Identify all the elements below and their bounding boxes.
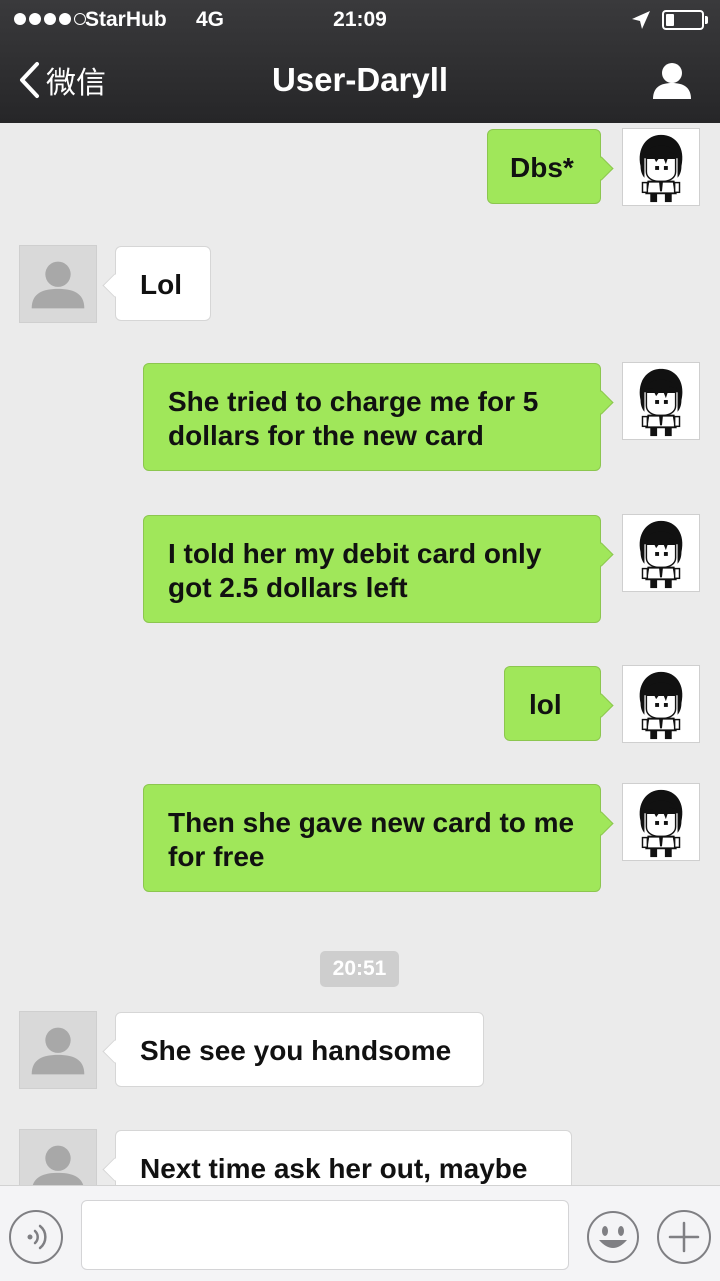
voice-icon bbox=[27, 1224, 47, 1250]
battery-icon bbox=[662, 10, 704, 30]
message-text: Lol bbox=[140, 269, 182, 300]
message-list[interactable]: Dbs* Lol She tried to charge me for 5 do… bbox=[0, 123, 720, 1185]
contact-avatar[interactable] bbox=[19, 1011, 97, 1089]
message-text: She see you handsome bbox=[140, 1035, 452, 1066]
message-bubble-incoming[interactable]: She see you handsome bbox=[115, 1012, 484, 1087]
message-bubble-outgoing[interactable]: I told her my debit card only got 2.5 do… bbox=[143, 515, 601, 623]
time-divider: 20:51 bbox=[320, 951, 399, 987]
message-bubble-incoming[interactable]: Lol bbox=[115, 246, 211, 321]
status-time: 21:09 bbox=[333, 8, 387, 31]
message-text: Dbs* bbox=[510, 152, 574, 183]
location-arrow-icon bbox=[632, 11, 650, 29]
message-text: lol bbox=[529, 689, 562, 720]
message-bubble-incoming[interactable]: Next time ask her out, maybe bbox=[115, 1130, 572, 1185]
message-bubble-outgoing[interactable]: Dbs* bbox=[487, 129, 601, 204]
message-text: Then she gave new card to me for free bbox=[168, 807, 575, 872]
plus-icon bbox=[668, 1221, 700, 1253]
message-bubble-outgoing[interactable]: lol bbox=[504, 666, 601, 741]
more-button[interactable] bbox=[657, 1210, 711, 1264]
my-avatar[interactable] bbox=[622, 783, 700, 861]
contact-avatar[interactable] bbox=[19, 1129, 97, 1185]
emoji-icon[interactable] bbox=[586, 1210, 640, 1264]
input-toolbar bbox=[0, 1185, 720, 1281]
my-avatar[interactable] bbox=[622, 665, 700, 743]
person-icon[interactable] bbox=[652, 62, 692, 100]
nav-header: StarHub 4G 21:09 微信 User-Daryll bbox=[0, 0, 720, 123]
message-text: Next time ask her out, maybe bbox=[140, 1153, 528, 1184]
message-text: I told her my debit card only got 2.5 do… bbox=[168, 538, 542, 603]
message-bubble-outgoing[interactable]: She tried to charge me for 5 dollars for… bbox=[143, 363, 601, 471]
message-bubble-outgoing[interactable]: Then she gave new card to me for free bbox=[143, 784, 601, 892]
chat-title: User-Daryll bbox=[271, 61, 449, 98]
my-avatar[interactable] bbox=[622, 362, 700, 440]
contact-avatar[interactable] bbox=[19, 245, 97, 323]
status-bar: StarHub 4G 21:09 bbox=[0, 0, 720, 40]
voice-button[interactable] bbox=[9, 1210, 63, 1264]
my-avatar[interactable] bbox=[622, 514, 700, 592]
my-avatar[interactable] bbox=[622, 128, 700, 206]
message-text: She tried to charge me for 5 dollars for… bbox=[168, 386, 539, 451]
message-input[interactable] bbox=[81, 1200, 569, 1270]
